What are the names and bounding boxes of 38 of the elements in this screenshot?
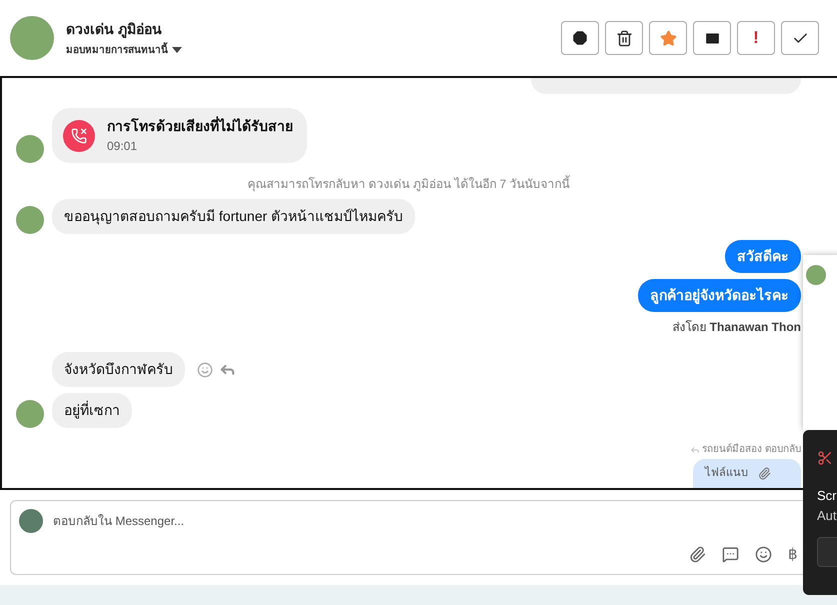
- currency-button[interactable]: ฿: [788, 544, 798, 566]
- delete-button[interactable]: [605, 21, 643, 55]
- sender-note: ส่งโดย Thanawan Thon: [672, 319, 801, 336]
- contact-name: ดวงเด่น ภูมิอ่อน: [66, 20, 163, 40]
- scissors-icon: [817, 450, 833, 466]
- chat-bubble-icon[interactable]: [722, 546, 739, 564]
- avatar-photo: [16, 400, 44, 428]
- emoji-icon[interactable]: [755, 546, 772, 564]
- paperclip-icon: [758, 466, 771, 480]
- caret-icon: [172, 47, 182, 53]
- callback-notice: คุณสามารถโทรกลับหา ดวงเด่น ภูมิอ่อน ได้ในอีก 7 วันนับจากนี้: [247, 175, 570, 193]
- message-bubble: จังหวัดบึงกาฬครับ: [52, 352, 185, 387]
- attachment-bubble[interactable]: ไฟล์แนบ: [693, 459, 801, 488]
- notification-text: Aut: [817, 506, 837, 524]
- alert-icon: [571, 29, 589, 47]
- trash-icon: [616, 30, 632, 46]
- notification-title: Scr: [817, 487, 837, 505]
- message-bubble: ลูกค้าอยู่จังหวัดอะไรคะ: [638, 279, 801, 312]
- reply-note: รถยนต์มือสอง ตอบกลับ: [702, 442, 801, 457]
- alert-button[interactable]: [561, 21, 599, 55]
- message-bubble: อยู่ที่เซกา: [52, 393, 132, 428]
- paperclip-icon[interactable]: [689, 546, 706, 564]
- reply-input[interactable]: ตอบกลับใน Messenger...: [53, 512, 818, 530]
- message-bubble: สวัสดีคะ: [725, 240, 801, 273]
- urgent-button[interactable]: !: [737, 21, 775, 55]
- page-avatar-photo: [19, 509, 43, 533]
- avatar-photo: [806, 265, 826, 285]
- message-bubble: ขออนุญาตสอบถามครับมี fortuner ตัวหน้าแชมป์ไหมครับ: [52, 199, 416, 234]
- avatar-photo: [16, 206, 44, 234]
- call-title: การโทรด้วยเสียงที่ไม่ได้รับสาย: [107, 116, 293, 136]
- avatar-photo: [16, 135, 44, 163]
- missed-call-icon: [63, 120, 95, 152]
- star-button[interactable]: [649, 21, 687, 55]
- reply-icon: [690, 444, 700, 454]
- avatar-photo: [10, 16, 54, 60]
- assign-dropdown[interactable]: มอบหมายการสนทนานี้: [66, 42, 182, 58]
- call-time: 09:01: [107, 138, 138, 155]
- mail-button[interactable]: [693, 21, 731, 55]
